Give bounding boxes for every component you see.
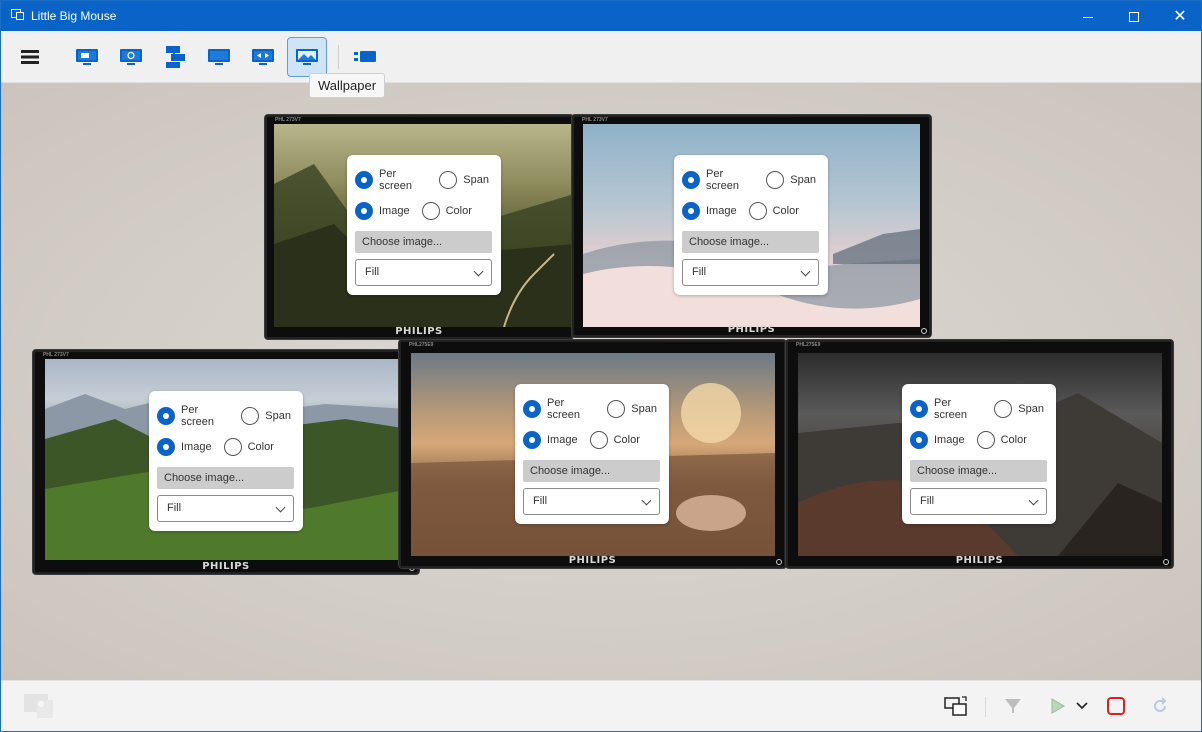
- wallpaper-panel-4: Per screen Span Image Color Choose image…: [515, 384, 669, 524]
- wallpaper-panel-3: Per screen Span Image Color Choose image…: [149, 391, 303, 531]
- statusbar-separator: [985, 697, 986, 717]
- span-radio[interactable]: Span: [994, 400, 1044, 418]
- monitor-model: PHL275E9: [796, 342, 821, 348]
- choose-image-button[interactable]: Choose image...: [157, 467, 294, 489]
- maximize-icon: [1129, 12, 1139, 23]
- resolution-button[interactable]: [243, 37, 283, 77]
- monitor-list-icon: [354, 51, 376, 62]
- toolbar-separator: [338, 45, 339, 69]
- start-options-dropdown[interactable]: [1067, 691, 1097, 721]
- per-screen-radio[interactable]: Per screen: [157, 404, 229, 428]
- chevron-down-icon: [641, 495, 652, 506]
- chevron-down-icon: [275, 502, 286, 513]
- monitor-resolution-icon: [252, 49, 274, 65]
- wallpaper-panel-1: Per screen Span Image Color Choose image…: [347, 155, 501, 295]
- minimize-icon: [1083, 16, 1093, 18]
- span-radio[interactable]: Span: [766, 171, 816, 189]
- per-screen-radio[interactable]: Per screen: [355, 168, 427, 192]
- app-logo-faded-icon: [24, 694, 53, 718]
- wallpaper-panel-2: Per screen Span Image Color Choose image…: [674, 155, 828, 295]
- wallpaper-tooltip: Wallpaper: [309, 73, 386, 98]
- menu-button[interactable]: [10, 37, 50, 77]
- toolbar: [1, 31, 1201, 83]
- choose-image-button[interactable]: Choose image...: [355, 231, 492, 253]
- wallpaper-button[interactable]: [287, 37, 327, 77]
- monitor-border-icon: [208, 49, 230, 65]
- app-window: Little Big Mouse ✕ Wallpaper PHL 273V7 P…: [0, 0, 1202, 732]
- chevron-down-icon: [1076, 702, 1088, 710]
- location-button[interactable]: [67, 37, 107, 77]
- fill-mode-select[interactable]: Fill: [910, 488, 1047, 515]
- color-radio[interactable]: Color: [223, 438, 274, 456]
- list-button[interactable]: [345, 37, 385, 77]
- monitor-size-icon: [120, 49, 142, 65]
- app-status-icon: [23, 691, 53, 721]
- chevron-down-icon: [473, 266, 484, 277]
- close-button[interactable]: ✕: [1157, 1, 1201, 31]
- color-radio[interactable]: Color: [976, 431, 1027, 449]
- image-radio[interactable]: Image: [355, 202, 410, 220]
- span-radio[interactable]: Span: [439, 171, 489, 189]
- per-screen-radio[interactable]: Per screen: [910, 397, 982, 421]
- wallpaper-icon: [296, 49, 318, 65]
- monitor-brand: PHILIPS: [202, 561, 250, 572]
- monitor-brand: PHILIPS: [955, 555, 1004, 566]
- color-radio[interactable]: Color: [589, 431, 640, 449]
- image-radio[interactable]: Image: [157, 438, 212, 456]
- monitor-brand: PHILIPS: [395, 326, 443, 337]
- size-button[interactable]: [111, 37, 151, 77]
- window-title: Little Big Mouse: [31, 9, 117, 23]
- maximize-button[interactable]: [1111, 1, 1157, 31]
- image-radio[interactable]: Image: [910, 431, 965, 449]
- per-screen-radio[interactable]: Per screen: [523, 397, 595, 421]
- hamburger-icon: [21, 50, 39, 64]
- monitor-brand: PHILIPS: [727, 324, 776, 335]
- undo-button[interactable]: [1145, 691, 1175, 721]
- monitor-location-icon: [76, 49, 98, 65]
- monitor-arrange-icon: [166, 46, 185, 68]
- screens-icon: [944, 696, 967, 716]
- app-logo-icon: [11, 9, 25, 22]
- fill-mode-select[interactable]: Fill: [523, 488, 660, 515]
- per-screen-radio[interactable]: Per screen: [682, 168, 754, 192]
- bottom-toolbar: [1, 680, 1201, 731]
- fill-mode-select[interactable]: Fill: [355, 259, 492, 286]
- arrange-button[interactable]: [155, 37, 195, 77]
- stop-button[interactable]: [1101, 691, 1131, 721]
- chevron-down-icon: [1028, 495, 1039, 506]
- image-radio[interactable]: Image: [682, 202, 737, 220]
- chevron-down-icon: [800, 266, 811, 277]
- color-radio[interactable]: Color: [748, 202, 799, 220]
- stop-icon: [1107, 697, 1125, 715]
- monitor-brand: PHILIPS: [568, 555, 617, 566]
- power-icon: [776, 559, 782, 565]
- image-radio[interactable]: Image: [523, 431, 578, 449]
- monitor-model: PHL 273V7: [43, 352, 69, 358]
- monitor-layout-canvas[interactable]: PHL 273V7 PHILIPS PHL 273V7 PHILIPS PHL …: [1, 83, 1201, 680]
- power-icon: [1163, 559, 1169, 565]
- play-icon: [1051, 698, 1065, 714]
- span-radio[interactable]: Span: [241, 407, 291, 425]
- minimize-button[interactable]: [1065, 1, 1111, 31]
- wallpaper-panel-5: Per screen Span Image Color Choose image…: [902, 384, 1056, 524]
- border-button[interactable]: [199, 37, 239, 77]
- title-bar[interactable]: Little Big Mouse ✕: [1, 1, 1201, 31]
- identify-screens-button[interactable]: [941, 691, 971, 721]
- choose-image-button[interactable]: Choose image...: [682, 231, 819, 253]
- fill-mode-select[interactable]: Fill: [682, 259, 819, 286]
- power-icon: [921, 328, 927, 334]
- choose-image-button[interactable]: Choose image...: [523, 460, 660, 482]
- monitor-model: PHL275E9: [409, 342, 434, 348]
- monitor-model: PHL 273V7: [275, 117, 301, 123]
- refresh-icon: [1154, 697, 1167, 712]
- span-radio[interactable]: Span: [607, 400, 657, 418]
- funnel-icon: [1005, 699, 1021, 713]
- color-radio[interactable]: Color: [421, 202, 472, 220]
- close-icon: ✕: [1173, 8, 1187, 25]
- choose-image-button[interactable]: Choose image...: [910, 460, 1047, 482]
- monitor-model: PHL 273V7: [582, 117, 608, 123]
- fill-mode-select[interactable]: Fill: [157, 495, 294, 522]
- filter-button[interactable]: [998, 691, 1028, 721]
